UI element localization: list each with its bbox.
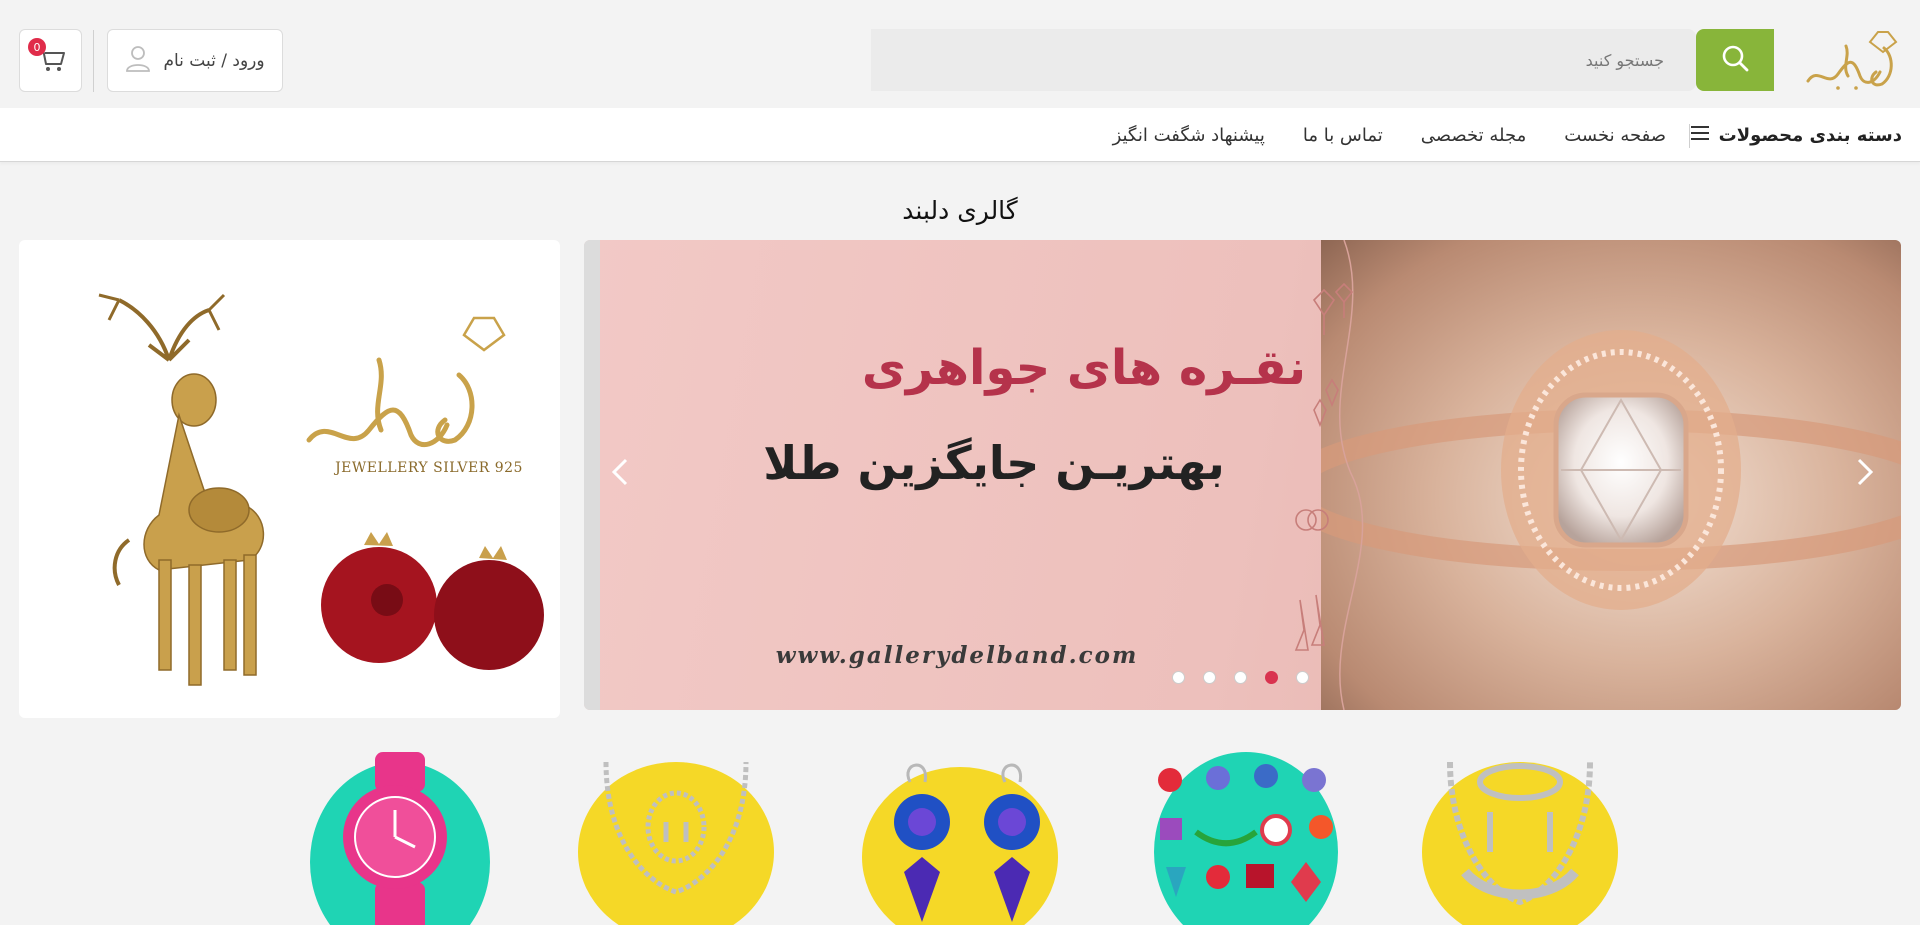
- slider-dot[interactable]: [1296, 671, 1309, 684]
- category-gemstones[interactable]: [1146, 752, 1346, 925]
- slider-title: نقـره های جواهری: [861, 340, 1307, 396]
- hamburger-icon: [1690, 125, 1709, 146]
- slider-subtitle: بهتریـن جایگزین طلا: [763, 436, 1225, 490]
- header-divider: [93, 30, 94, 92]
- category-watch[interactable]: [300, 752, 500, 925]
- login-label: ورود / ثبت نام: [163, 50, 265, 71]
- slider-prev-button[interactable]: [606, 454, 634, 494]
- category-necklace-set[interactable]: [1420, 752, 1620, 925]
- nav-link-special-offer[interactable]: پیشنهاد شگفت انگیز: [1113, 125, 1265, 146]
- section-title: گالری دلبند: [902, 196, 1018, 225]
- earrings-icon: [862, 763, 1058, 925]
- slider-dot[interactable]: [1172, 671, 1185, 684]
- nav-link-contact[interactable]: تماس با ما: [1303, 125, 1383, 146]
- page: ورود / ثبت نام 0 دسته: [0, 0, 1920, 925]
- user-icon: [125, 44, 151, 77]
- cart-button[interactable]: 0: [19, 29, 82, 92]
- nav-link-home[interactable]: صفحه نخست: [1564, 125, 1666, 146]
- categories-menu-button[interactable]: دسته بندی محصولات: [1690, 108, 1902, 162]
- slider-url: www.gallerydelband.com: [775, 642, 1139, 669]
- category-necklace[interactable]: [576, 752, 776, 925]
- chevron-left-icon: [610, 457, 630, 491]
- side-banner-artwork: [98, 293, 544, 686]
- search-icon: [1720, 43, 1750, 77]
- side-banner[interactable]: JEWELLERY SILVER 925: [19, 240, 560, 718]
- necklace-set-icon: [1422, 761, 1618, 925]
- pomegranates-icon: [321, 532, 544, 670]
- chevron-right-icon: [1855, 457, 1875, 491]
- header: ورود / ثبت نام 0: [0, 0, 1920, 108]
- side-banner-brand-text: JEWELLERY SILVER 925: [335, 460, 523, 476]
- slider-next-button[interactable]: [1851, 454, 1879, 494]
- slider-pagination: [1172, 671, 1309, 684]
- slider-dot-active[interactable]: [1265, 671, 1278, 684]
- nav-divider: [1689, 124, 1690, 148]
- search-bar: [871, 29, 1774, 91]
- search-input[interactable]: [871, 50, 1664, 70]
- brand-logo-icon: [306, 316, 506, 448]
- gemstones-icon: [1154, 752, 1338, 925]
- search-button[interactable]: [1696, 29, 1774, 91]
- categories-label: دسته بندی محصولات: [1718, 124, 1902, 146]
- login-register-button[interactable]: ورود / ثبت نام: [107, 29, 283, 92]
- deer-figurine-icon: [98, 293, 265, 686]
- category-earrings[interactable]: [860, 752, 1060, 925]
- necklace-icon: [578, 761, 774, 925]
- search-box: [871, 29, 1696, 91]
- hero-slider[interactable]: نقـره های جواهری بهتریـن جایگزین طلا www…: [584, 240, 1901, 710]
- nav-links: صفحه نخست مجله تخصصی تماس با ما پیشنهاد …: [1113, 108, 1666, 162]
- site-logo[interactable]: [1798, 26, 1902, 92]
- watch-icon: [310, 752, 490, 925]
- main-nav: دسته بندی محصولات صفحه نخست مجله تخصصی ت…: [0, 108, 1920, 162]
- cart-count-badge: 0: [28, 38, 46, 56]
- slider-dot[interactable]: [1203, 671, 1216, 684]
- slider-dot[interactable]: [1234, 671, 1247, 684]
- nav-link-magazine[interactable]: مجله تخصصی: [1421, 125, 1526, 146]
